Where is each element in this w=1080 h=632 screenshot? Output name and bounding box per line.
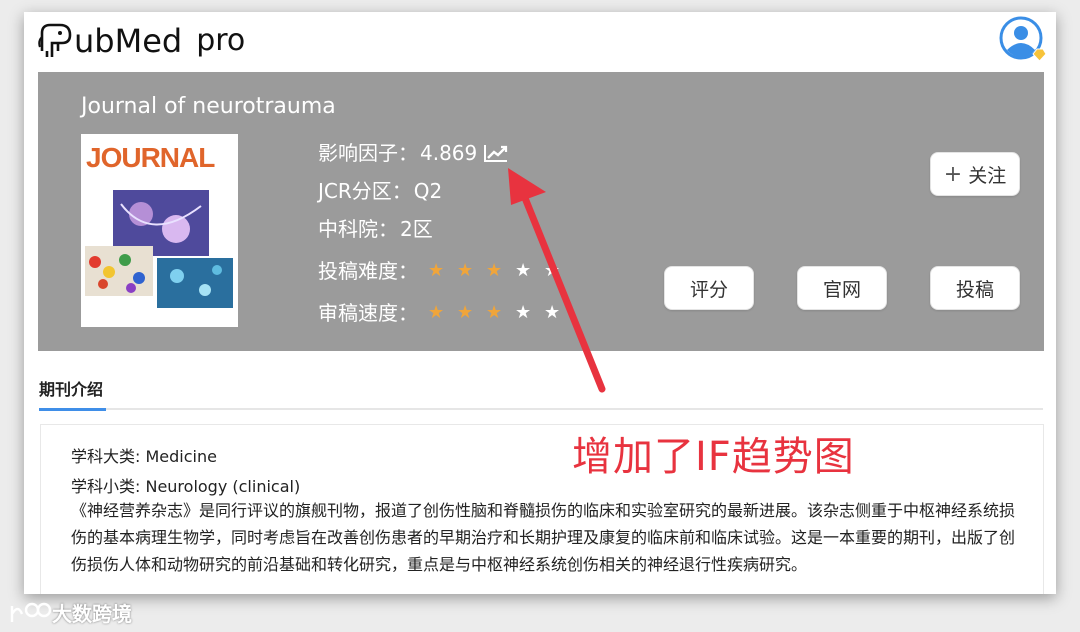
if-trend-chart-icon[interactable] bbox=[483, 143, 509, 163]
journal-cover-image: JOURNAL bbox=[81, 134, 238, 327]
elephant-logo-icon bbox=[38, 23, 72, 57]
review-speed-stars: ★ ★ ★ ★ ★ bbox=[428, 298, 573, 328]
watermark-text: 大数跨境 bbox=[52, 602, 132, 626]
jcr-row: JCR分区： Q2 bbox=[318, 172, 573, 210]
star-filled-icon: ★ bbox=[486, 260, 503, 281]
star-filled-icon: ★ bbox=[428, 260, 445, 281]
cover-label: JOURNAL bbox=[86, 142, 215, 173]
category-major: 学科大类: Medicine bbox=[71, 447, 217, 466]
brand-suffix: pro bbox=[196, 23, 246, 58]
follow-button-label: 关注 bbox=[968, 164, 1007, 187]
watermark-logo-icon bbox=[10, 602, 52, 622]
category-minor: 学科小类: Neurology (clinical) bbox=[71, 477, 301, 496]
star-filled-icon: ★ bbox=[486, 302, 503, 323]
plus-icon: + bbox=[943, 161, 963, 187]
watermark: 大数跨境 bbox=[8, 598, 132, 627]
tab-journal-intro[interactable]: 期刊介绍 bbox=[39, 376, 103, 400]
brand-name: ubMed bbox=[74, 22, 183, 60]
cas-value: 2区 bbox=[400, 217, 433, 241]
rate-button[interactable]: 评分 bbox=[664, 266, 754, 310]
journal-metrics: 影响因子： 4.869 JCR分区： Q2 中科院： 2区 投稿难度： ★ ★ ★ ★… bbox=[318, 134, 573, 332]
submit-button[interactable]: 投稿 bbox=[930, 266, 1020, 310]
cas-label: 中科院： bbox=[318, 217, 398, 241]
impact-factor-label: 影响因子： bbox=[318, 141, 418, 165]
difficulty-row: 投稿难度： ★ ★ ★ ★ ★ bbox=[318, 252, 573, 290]
tab-divider bbox=[39, 408, 1043, 410]
user-avatar-icon[interactable] bbox=[999, 16, 1047, 64]
jcr-value: Q2 bbox=[413, 179, 443, 203]
pubmed-pro-logo[interactable]: ubMed pro bbox=[38, 16, 245, 66]
review-speed-row: 审稿速度： ★ ★ ★ ★ ★ bbox=[318, 294, 573, 332]
difficulty-label: 投稿难度： bbox=[318, 259, 418, 283]
jcr-label: JCR分区： bbox=[318, 179, 412, 203]
star-empty-icon: ★ bbox=[515, 260, 532, 281]
review-speed-label: 审稿速度： bbox=[318, 301, 418, 325]
star-filled-icon: ★ bbox=[457, 260, 474, 281]
star-empty-icon: ★ bbox=[515, 302, 532, 323]
website-button[interactable]: 官网 bbox=[797, 266, 887, 310]
impact-factor-value: 4.869 bbox=[420, 141, 478, 165]
journal-banner: Journal of neurotrauma JOURNAL 影响因子： 4.8… bbox=[38, 72, 1044, 351]
follow-button[interactable]: + 关注 bbox=[930, 152, 1020, 196]
journal-intro-panel: 学科大类: Medicine 学科小类: Neurology (clinical… bbox=[40, 424, 1044, 594]
cas-row: 中科院： 2区 bbox=[318, 210, 573, 248]
star-empty-icon: ★ bbox=[544, 260, 561, 281]
annotation-text: 增加了IF趋势图 bbox=[572, 434, 855, 480]
impact-factor-row: 影响因子： 4.869 bbox=[318, 134, 573, 172]
tab-active-indicator bbox=[39, 408, 106, 411]
star-empty-icon: ★ bbox=[544, 302, 561, 323]
journal-title: Journal of neurotrauma bbox=[81, 94, 336, 119]
app-window: ubMed pro Journal of neurotrauma JOURNAL bbox=[24, 12, 1056, 594]
journal-description: 《神经营养杂志》是同行评议的旗舰刊物，报道了创伤性脑和脊髓损伤的临床和实验室研究… bbox=[71, 501, 1016, 574]
star-filled-icon: ★ bbox=[457, 302, 474, 323]
star-filled-icon: ★ bbox=[428, 302, 445, 323]
difficulty-stars: ★ ★ ★ ★ ★ bbox=[428, 256, 573, 286]
